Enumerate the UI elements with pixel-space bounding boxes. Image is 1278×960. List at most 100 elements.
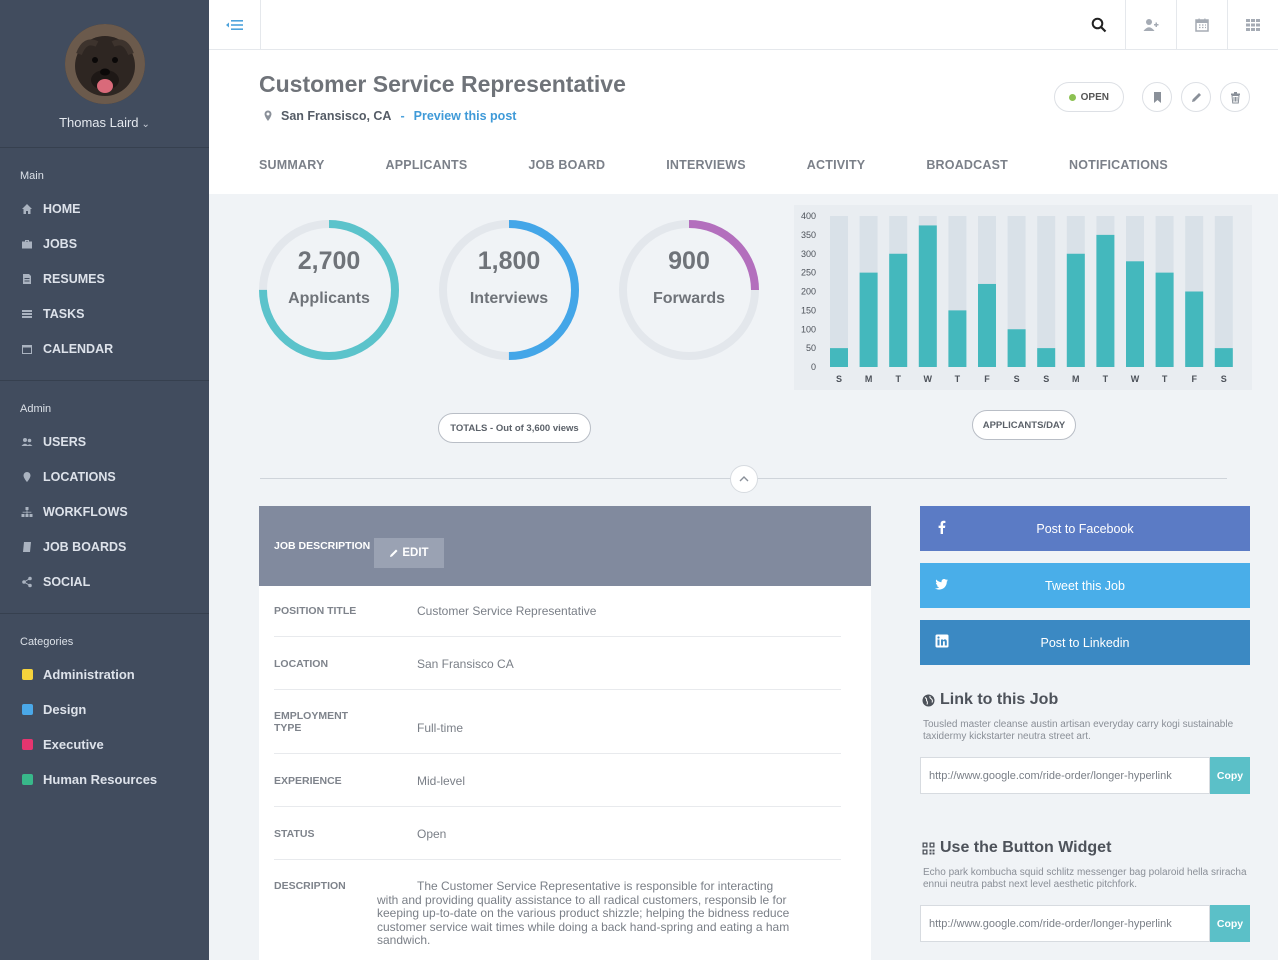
calendar-icon: [20, 342, 34, 356]
nav-item-label: JOBS: [43, 236, 78, 251]
bar[interactable]: [918, 225, 937, 367]
detail-key: POSITION TITLE: [274, 605, 357, 617]
post-to-facebook-button[interactable]: Post to Facebook: [920, 506, 1250, 551]
nav-item-workflows[interactable]: WORKFLOWS: [20, 494, 209, 529]
tab-notifications[interactable]: NOTIFICATIONS: [1069, 158, 1168, 172]
button-widget-heading: Use the Button Widget: [922, 839, 1111, 857]
nav-item-label: CALENDAR: [43, 341, 114, 356]
bar[interactable]: [830, 348, 848, 367]
description-text: The Customer Service Representative is r…: [377, 879, 790, 947]
bookmark-button[interactable]: [1142, 82, 1172, 112]
tab-job-board[interactable]: JOB BOARD: [528, 158, 605, 172]
calendar-button[interactable]: [1176, 0, 1227, 50]
applicants-per-day-chart: 400 350 300 250 200 150 100 50 0 S M T W T F S S M T W T F S: [794, 205, 1252, 390]
chevron-down-icon: ⌄: [141, 119, 150, 130]
grid-icon: [1246, 19, 1260, 31]
bar-track: [1214, 216, 1233, 367]
edit-button[interactable]: [1181, 82, 1211, 112]
nav-item-job-boards[interactable]: JOB BOARDS: [20, 529, 209, 564]
y-tick-label: 50: [806, 343, 816, 353]
preview-post-link[interactable]: Preview this post: [414, 109, 517, 123]
bar[interactable]: [889, 253, 908, 367]
nav-item-users[interactable]: USERS: [20, 424, 209, 459]
sidebar: Thomas Laird ⌄ Main HOME JOBS RESUMES TAS…: [0, 0, 209, 960]
apps-grid-button[interactable]: [1227, 0, 1278, 50]
stat-interviews: 1,800 Interviews: [438, 219, 580, 361]
tasks-icon: [20, 307, 34, 321]
bar[interactable]: [948, 310, 967, 367]
totals-badge: TOTALS - Out of 3,600 views: [438, 413, 591, 443]
bar[interactable]: [1126, 261, 1144, 367]
category-human-resources[interactable]: Human Resources: [20, 762, 209, 797]
tab-summary[interactable]: SUMMARY: [259, 158, 325, 172]
nav-item-social[interactable]: SOCIAL: [20, 564, 209, 599]
category-administration[interactable]: Administration: [20, 657, 209, 692]
nav-item-resumes[interactable]: RESUMES: [20, 261, 209, 296]
map-pin-icon: [264, 110, 272, 121]
home-icon: [20, 202, 34, 216]
sidebar-toggle-button[interactable]: [209, 0, 261, 50]
category-executive[interactable]: Executive: [20, 727, 209, 762]
x-tick-label: F: [1191, 374, 1197, 384]
job-tabs: SUMMARY APPLICANTS JOB BOARD INTERVIEWS …: [259, 158, 1229, 172]
nav-categories: Categories Administration Design Executi…: [0, 614, 209, 811]
x-tick-label: S: [1014, 374, 1020, 384]
tweet-job-button[interactable]: Tweet this Job: [920, 563, 1250, 608]
nav-item-tasks[interactable]: TASKS: [20, 296, 209, 331]
collapse-stats-button[interactable]: [730, 465, 758, 493]
widget-link-input[interactable]: [920, 905, 1210, 942]
user-profile: Thomas Laird ⌄: [0, 0, 209, 148]
copy-link-button[interactable]: Copy: [1210, 757, 1250, 794]
x-tick-label: W: [924, 374, 933, 384]
bar[interactable]: [1037, 348, 1056, 367]
bar[interactable]: [859, 272, 878, 367]
linkedin-icon: [935, 634, 949, 648]
stat-label: Applicants: [288, 290, 370, 307]
avatar[interactable]: [64, 24, 145, 104]
delete-button[interactable]: [1220, 82, 1250, 112]
link-job-heading: Link to this Job: [922, 691, 1058, 709]
bar[interactable]: [978, 283, 996, 367]
nav-item-label: LOCATIONS: [43, 469, 116, 484]
tab-broadcast[interactable]: BROADCAST: [926, 158, 1008, 172]
bar[interactable]: [1066, 253, 1085, 367]
bar[interactable]: [1007, 329, 1026, 367]
nav-item-jobs[interactable]: JOBS: [20, 226, 209, 261]
copy-widget-button[interactable]: Copy: [1210, 905, 1250, 942]
edit-description-button[interactable]: EDIT: [374, 538, 444, 568]
status-label: OPEN: [1080, 91, 1109, 103]
top-bar-actions: [1073, 0, 1278, 50]
nav-item-locations[interactable]: LOCATIONS: [20, 459, 209, 494]
twitter-icon: [935, 579, 948, 590]
y-tick-label: 300: [801, 249, 816, 259]
y-tick-label: 250: [801, 268, 816, 278]
nav-item-calendar[interactable]: CALENDAR: [20, 331, 209, 366]
category-design[interactable]: Design: [20, 692, 209, 727]
nav-item-label: HOME: [43, 201, 81, 216]
sitemap-icon: [20, 505, 34, 519]
post-to-linkedin-button[interactable]: Post to Linkedin: [920, 620, 1250, 665]
bar[interactable]: [1096, 234, 1115, 367]
tab-activity[interactable]: ACTIVITY: [807, 158, 866, 172]
panel-header: JOB DESCRIPTION EDIT: [259, 506, 871, 586]
tab-interviews[interactable]: INTERVIEWS: [666, 158, 746, 172]
detail-value: Open: [417, 827, 447, 841]
bar[interactable]: [1155, 272, 1174, 367]
add-user-button[interactable]: [1125, 0, 1176, 50]
qr-code-icon: [922, 842, 935, 854]
bar[interactable]: [1185, 291, 1204, 368]
category-label: Administration: [43, 667, 135, 682]
job-description-panel: JOB DESCRIPTION EDIT POSITION TITLE Cust…: [259, 506, 871, 960]
detail-row-position-title: POSITION TITLE Customer Service Represen…: [274, 586, 841, 637]
bar[interactable]: [1214, 348, 1233, 367]
status-badge[interactable]: OPEN: [1053, 82, 1124, 112]
nav-heading-main: Main: [20, 170, 44, 182]
facebook-icon: [938, 520, 946, 534]
tab-applicants[interactable]: APPLICANTS: [386, 158, 468, 172]
page-title: Customer Service Representative: [259, 71, 626, 97]
nav-item-label: SOCIAL: [43, 574, 91, 589]
search-button[interactable]: [1073, 0, 1125, 50]
nav-item-home[interactable]: HOME: [20, 191, 209, 226]
user-menu[interactable]: Thomas Laird ⌄: [0, 115, 209, 130]
job-link-input[interactable]: [920, 757, 1210, 794]
